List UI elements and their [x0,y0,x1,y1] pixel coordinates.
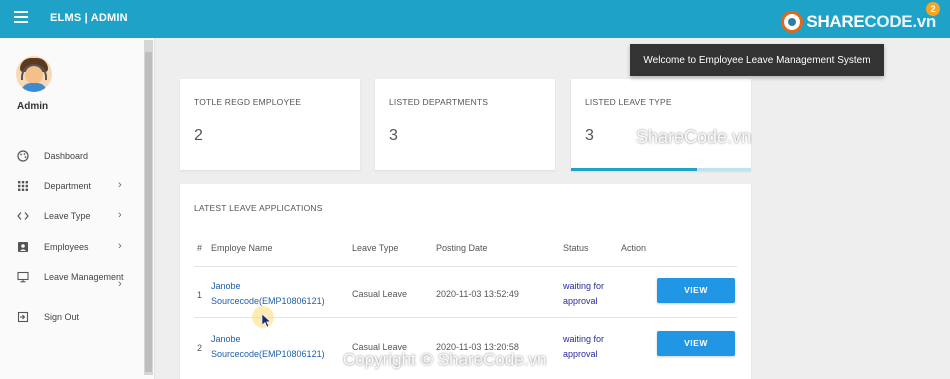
sidebar-item-leave-management[interactable]: Leave Management › [0,267,140,295]
row-divider [194,317,737,318]
stat-card-employees: TOTLE REGD EMPLOYEE 2 [180,79,360,170]
sidebar-item-label: Leave Type [44,211,91,221]
logo-badge: 2 [926,2,940,16]
account-box-icon [18,242,28,252]
sidebar-item-sign-out[interactable]: Sign Out [0,307,140,329]
column-header: Leave Type [352,243,399,253]
sidebar-item-department[interactable]: Department › [0,176,140,198]
sharecode-logo-icon [781,11,804,33]
sidebar-item-label: Sign Out [44,312,80,322]
progress-bar [571,168,697,171]
chevron-right-icon: › [118,278,122,290]
code-icon [17,212,29,220]
stat-card-leave-types: LISTED LEAVE TYPE 3 [571,79,751,171]
sidebar-item-label: Department [44,181,92,191]
posting-date: 2020-11-03 13:52:49 [436,289,519,299]
copyright-watermark: Copyright © ShareCode.vn [343,350,547,369]
sidebar-scrollbar-thumb[interactable] [145,52,152,372]
welcome-toast: Welcome to Employee Leave Management Sys… [630,44,884,76]
chevron-right-icon: › [118,209,122,221]
view-button[interactable]: VIEW [657,331,735,356]
sidebar-item-label: Leave Management [44,272,124,282]
sidebar-item-leave-type[interactable]: Leave Type › [0,206,140,228]
exit-icon [17,311,29,323]
watermark-text: ShareCode.vn [636,127,752,147]
row-number: 2 [197,343,203,353]
column-header: Employe Name [211,243,273,253]
chevron-right-icon: › [118,179,122,191]
stat-card-value: 3 [389,127,398,144]
monitor-icon [17,271,29,283]
stat-card-title: LISTED LEAVE TYPE [585,97,672,107]
stat-card-value: 2 [194,127,203,144]
leave-type: Casual Leave [352,289,408,299]
top-app-bar: ELMS | ADMIN SHARECODE.vn 2 [0,0,950,38]
stat-card-value: 3 [585,127,594,144]
palette-icon [17,150,29,162]
column-header: # [197,243,203,253]
header-divider [194,266,737,267]
employee-name-link[interactable]: Janobe Sourcecode(EMP10806121) [211,332,341,362]
view-button[interactable]: VIEW [657,278,735,303]
sidebar-item-label: Dashboard [44,151,89,161]
sharecode-logo: SHARECODE.vn 2 [781,2,940,36]
grid-icon [18,181,28,191]
sidebar-item-employees[interactable]: Employees › [0,237,140,259]
column-header: Posting Date [436,243,488,253]
admin-name: Admin [17,101,49,112]
employee-name-link[interactable]: Janobe Sourcecode(EMP10806121) [211,279,341,309]
stat-card-title: TOTLE REGD EMPLOYEE [194,97,302,107]
status-text: waiting for approval [563,281,605,306]
sidebar-item-dashboard[interactable]: Dashboard [0,146,140,168]
row-number: 1 [197,290,203,300]
sharecode-logo-text: SHARECODE.vn [806,12,936,31]
status-text: waiting for approval [563,334,605,359]
panel-title: LATEST LEAVE APPLICATIONS [194,203,323,213]
sidebar-item-label: Employees [44,242,89,252]
app-brand: ELMS | ADMIN [50,12,128,24]
stat-card-departments: LISTED DEPARTMENTS 3 [375,79,555,170]
stat-card-title: LISTED DEPARTMENTS [389,97,489,107]
column-header: Status [563,243,589,253]
column-header: Action [621,243,647,253]
chevron-right-icon: › [118,240,122,252]
admin-avatar [16,56,52,92]
mouse-cursor-icon [262,314,272,328]
menu-icon[interactable] [14,11,28,23]
